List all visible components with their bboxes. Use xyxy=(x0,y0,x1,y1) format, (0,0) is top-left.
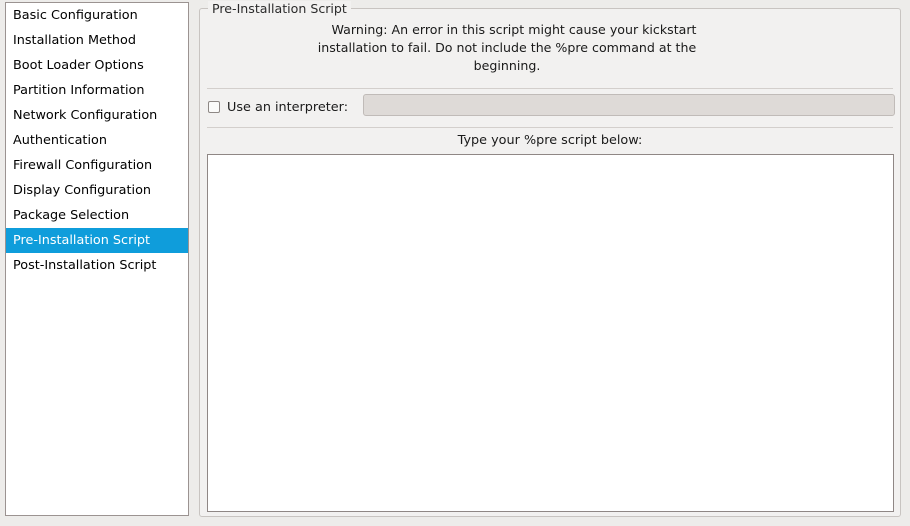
sidebar-item-label: Pre-Installation Script xyxy=(13,233,151,248)
sidebar-item-display-configuration[interactable]: Display Configuration xyxy=(6,178,188,203)
sidebar-item-package-selection[interactable]: Package Selection xyxy=(6,203,188,228)
sidebar-item-installation-method[interactable]: Installation Method xyxy=(6,28,188,53)
sidebar-item-post-installation-script[interactable]: Post-Installation Script xyxy=(6,253,188,278)
sidebar-item-partition-information[interactable]: Partition Information xyxy=(6,78,188,103)
script-instruction-label: Type your %pre script below: xyxy=(457,133,643,148)
category-list-pane[interactable]: Basic Configuration Installation Method … xyxy=(5,2,189,516)
sidebar-item-pre-installation-script[interactable]: Pre-Installation Script xyxy=(6,228,188,253)
sidebar-item-firewall-configuration[interactable]: Firewall Configuration xyxy=(6,153,188,178)
checkbox-unchecked-icon[interactable] xyxy=(208,101,220,113)
group-content: Warning: An error in this script might c… xyxy=(200,9,900,516)
pre-script-content xyxy=(208,155,893,161)
warning-line-3: beginning. xyxy=(473,58,541,73)
sidebar-item-label: Network Configuration xyxy=(13,108,158,123)
sidebar-item-label: Display Configuration xyxy=(13,183,152,198)
sidebar-item-authentication[interactable]: Authentication xyxy=(6,128,188,153)
interpreter-input[interactable] xyxy=(363,94,895,116)
sidebar-item-label: Post-Installation Script xyxy=(13,258,157,273)
pre-script-textarea[interactable] xyxy=(207,154,894,512)
use-interpreter-checkbox[interactable]: Use an interpreter: xyxy=(208,95,348,119)
warning-line-1: Warning: An error in this script might c… xyxy=(331,22,697,37)
sidebar-item-network-configuration[interactable]: Network Configuration xyxy=(6,103,188,128)
pre-installation-script-group: Pre-Installation Script Warning: An erro… xyxy=(199,1,901,517)
warning-line-2: installation to fail. Do not include the… xyxy=(317,40,697,55)
sidebar-item-label: Firewall Configuration xyxy=(13,158,153,173)
sidebar-item-boot-loader-options[interactable]: Boot Loader Options xyxy=(6,53,188,78)
kickstart-configurator-window: Basic Configuration Installation Method … xyxy=(0,0,910,526)
sidebar-item-label: Basic Configuration xyxy=(13,8,138,23)
pre-installation-script-pane: Pre-Installation Script Warning: An erro… xyxy=(195,0,907,521)
sidebar-item-label: Installation Method xyxy=(13,33,136,48)
sidebar-item-basic-configuration[interactable]: Basic Configuration xyxy=(6,3,188,28)
category-list[interactable]: Basic Configuration Installation Method … xyxy=(6,3,188,278)
warning-message: Warning: An error in this script might c… xyxy=(202,21,812,75)
use-interpreter-label: Use an interpreter: xyxy=(227,99,349,115)
sidebar-item-label: Boot Loader Options xyxy=(13,58,144,73)
separator-top xyxy=(207,88,893,89)
sidebar-item-label: Authentication xyxy=(13,133,107,148)
separator-bottom xyxy=(207,127,893,128)
sidebar-item-label: Package Selection xyxy=(13,208,130,223)
sidebar-item-label: Partition Information xyxy=(13,83,145,98)
